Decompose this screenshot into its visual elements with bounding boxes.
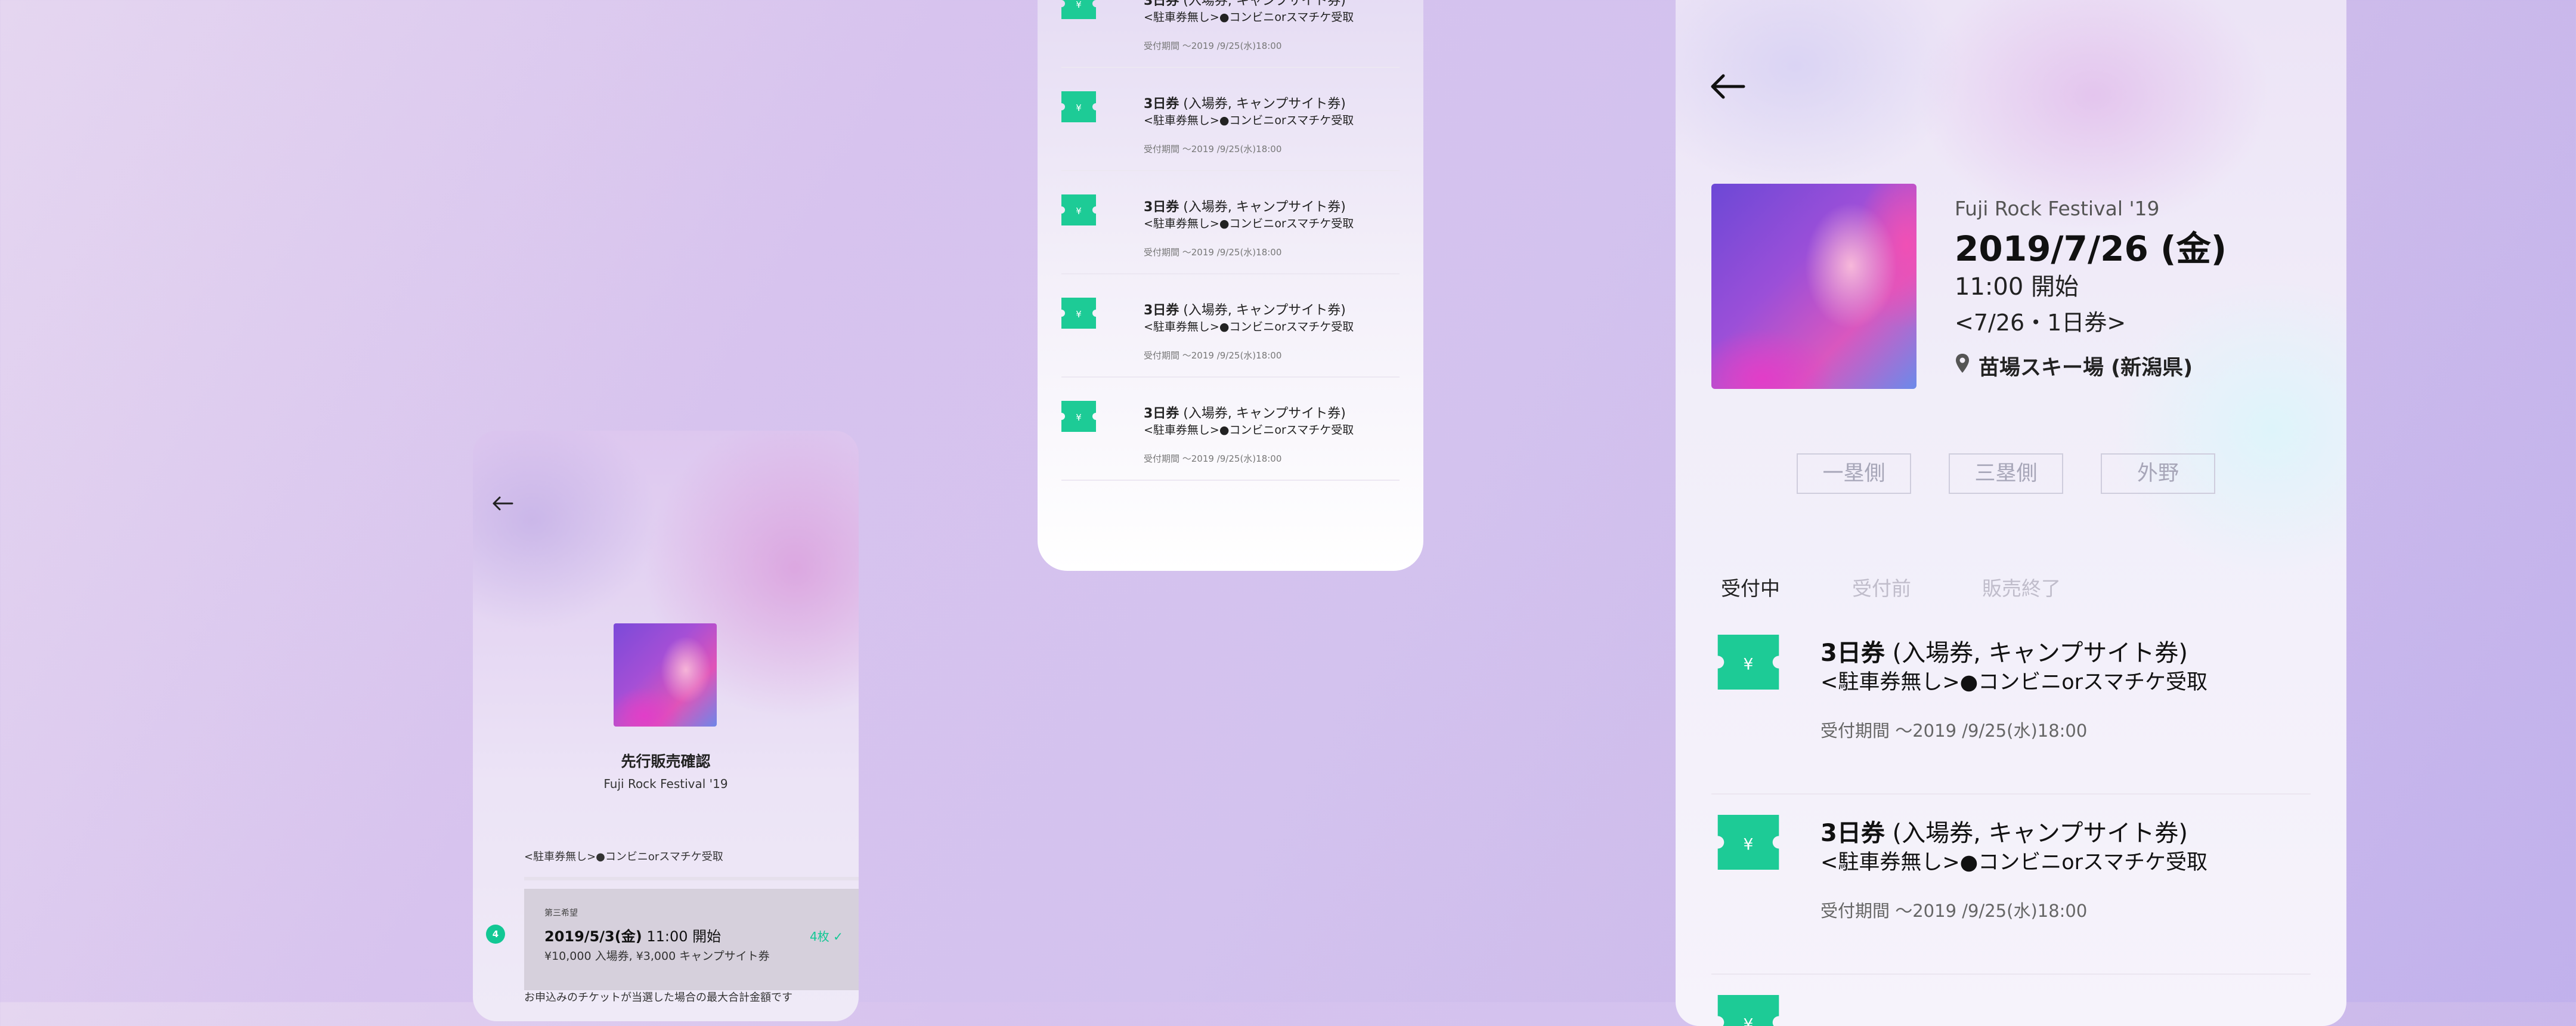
ticket-parking: <駐車券無し>●コンビニorスマチケ受取 xyxy=(1144,114,1354,127)
event-time: 11:00 開始 xyxy=(1955,273,2079,301)
ticket-icon: ¥ xyxy=(1061,91,1096,122)
svg-text:¥: ¥ xyxy=(1744,835,1754,854)
tab-upcoming[interactable]: 受付前 xyxy=(1852,573,1911,601)
ticket-title: 3日券 (入場券, キャンプサイト券) xyxy=(1820,639,2188,667)
seat-filter-third-base[interactable]: 三塁側 xyxy=(1949,453,2063,494)
ticket-type: <7/26・1日券> xyxy=(1955,310,2126,336)
ticket-icon: ¥ xyxy=(1717,815,1779,870)
ticket-list-item[interactable]: ¥3日券 (入場券, キャンプサイト券) <駐車券無し>●コンビニorスマチケ受取… xyxy=(1711,614,2311,795)
ticket-title: 3日券 (入場券, キャンプサイト券) xyxy=(1820,820,2188,847)
event-detail-card: Fuji Rock Festival '19 2019/7/26 (金) 11:… xyxy=(1676,0,2346,1026)
ticket-period: 受付期間 〜2019 /9/25(水)18:00 xyxy=(1144,144,1282,154)
ticket-list-item[interactable]: ¥3日券 (入場券, キャンプサイト券) <駐車券無し>●コンビニorスマチケ受取… xyxy=(1061,377,1400,481)
festival-name: Fuji Rock Festival '19 xyxy=(1955,197,2160,220)
preference-price: ¥10,000 入場券, ¥3,000 キャンプサイト券 xyxy=(544,950,770,963)
svg-text:¥: ¥ xyxy=(1076,0,1082,10)
ticket-title: 3日券 (入場券, キャンプサイト券) xyxy=(1144,97,1346,112)
festival-name: Fuji Rock Festival '19 xyxy=(603,777,728,791)
parking-text: <駐車券無し>●コンビニorスマチケ受取 xyxy=(524,851,723,863)
ticket-period: 受付期間 〜2019 /9/25(水)18:00 xyxy=(1144,453,1282,464)
confirm-card: 先行販売確認 Fuji Rock Festival '19 <駐車券無し>●コン… xyxy=(473,431,859,1021)
svg-text:¥: ¥ xyxy=(1076,103,1082,113)
ticket-icon: ¥ xyxy=(1061,401,1096,432)
ticket-title: 3日券 (入場券, キャンプサイト券) xyxy=(1144,303,1346,318)
tab-ended[interactable]: 販売終了 xyxy=(1982,573,2061,601)
ticket-title: 3日券 (入場券, キャンプサイト券) xyxy=(1144,406,1346,421)
event-date: 2019/7/26 (金) xyxy=(1955,228,2227,269)
ticket-period: 受付期間 〜2019 /9/25(水)18:00 xyxy=(1144,41,1282,51)
svg-text:¥: ¥ xyxy=(1744,655,1754,673)
ticket-icon: ¥ xyxy=(1061,298,1096,329)
ticket-parking: <駐車券無し>●コンビニorスマチケ受取 xyxy=(1144,11,1354,24)
event-image xyxy=(1711,184,1916,389)
ticket-list-card: ¥3日券 (入場券, キャンプサイト券) <駐車券無し>●コンビニorスマチケ受取… xyxy=(1038,0,1423,571)
divider xyxy=(524,877,859,880)
ticket-parking: <駐車券無し>●コンビニorスマチケ受取 xyxy=(1144,320,1354,333)
venue: 苗場スキー場 (新潟県) xyxy=(1979,356,2193,380)
total-note: お申込みのチケットが当選した場合の最大合計金額です xyxy=(524,991,792,1004)
page-title: 先行販売確認 xyxy=(621,753,711,770)
ticket-period: 受付期間 〜2019 /9/25(水)18:00 xyxy=(1820,721,2088,741)
seat-filter-outfield[interactable]: 外野 xyxy=(2101,453,2215,494)
preference-label: 第三希望 xyxy=(544,908,578,918)
ticket-list-item[interactable]: ¥3日券 (入場券, キャンプサイト券) <駐車券無し>●コンビニorスマチケ受取… xyxy=(1711,795,2311,975)
ticket-icon: ¥ xyxy=(1717,995,1779,1026)
tab-open[interactable]: 受付中 xyxy=(1721,573,1780,601)
ticket-period: 受付期間 〜2019 /9/25(水)18:00 xyxy=(1144,247,1282,258)
ticket-list-item[interactable]: ¥3日券 (入場券, キャンプサイト券) <駐車券無し>●コンビニorスマチケ受取… xyxy=(1061,0,1400,68)
ticket-period: 受付期間 〜2019 /9/25(水)18:00 xyxy=(1820,901,2088,921)
ticket-parking: <駐車券無し>●コンビニorスマチケ受取 xyxy=(1144,424,1354,437)
svg-text:¥: ¥ xyxy=(1076,309,1082,320)
location-pin-icon xyxy=(1956,354,1969,373)
ticket-period: 受付期間 〜2019 /9/25(水)18:00 xyxy=(1144,350,1282,361)
ticket-list-item[interactable]: ¥3日券 (入場券, キャンプサイト券) <駐車券無し>●コンビニorスマチケ受取… xyxy=(1061,67,1400,171)
svg-text:¥: ¥ xyxy=(1076,412,1082,423)
preference-number-badge: 4 xyxy=(486,925,505,944)
ticket-parking: <駐車券無し>●コンビニorスマチケ受取 xyxy=(1820,851,2207,874)
ticket-icon: ¥ xyxy=(1061,0,1096,19)
back-arrow-icon[interactable] xyxy=(1707,66,1748,107)
svg-text:¥: ¥ xyxy=(1076,206,1082,217)
svg-text:¥: ¥ xyxy=(1744,1015,1754,1026)
preference-date: 2019/5/3(金) 11:00 開始 xyxy=(544,928,722,945)
ticket-parking: <駐車券無し>●コンビニorスマチケ受取 xyxy=(1820,670,2207,694)
ticket-count: 4枚 ✓ xyxy=(810,929,843,944)
ticket-list-item[interactable]: ¥3日券 (入場券, キャンプサイト券) <駐車券無し>●コンビニorスマチケ受取… xyxy=(1061,171,1400,274)
ticket-parking: <駐車券無し>●コンビニorスマチケ受取 xyxy=(1144,217,1354,230)
page: { "colors": {"accent": "#12c794", "ticke… xyxy=(0,0,2576,1026)
ticket-icon: ¥ xyxy=(1061,194,1096,225)
event-thumbnail xyxy=(614,623,717,727)
ticket-list-item[interactable]: ¥3日券 (入場券, キャンプサイト券) <駐車券無し>●コンビニorスマチケ受取… xyxy=(1061,274,1400,378)
ticket-title: 3日券 (入場券, キャンプサイト券) xyxy=(1144,200,1346,215)
seat-filter-first-base[interactable]: 一塁側 xyxy=(1797,453,1911,494)
back-arrow-icon[interactable] xyxy=(491,492,515,515)
ticket-title: 3日券 (入場券, キャンプサイト券) xyxy=(1144,0,1346,8)
ticket-icon: ¥ xyxy=(1717,635,1779,690)
